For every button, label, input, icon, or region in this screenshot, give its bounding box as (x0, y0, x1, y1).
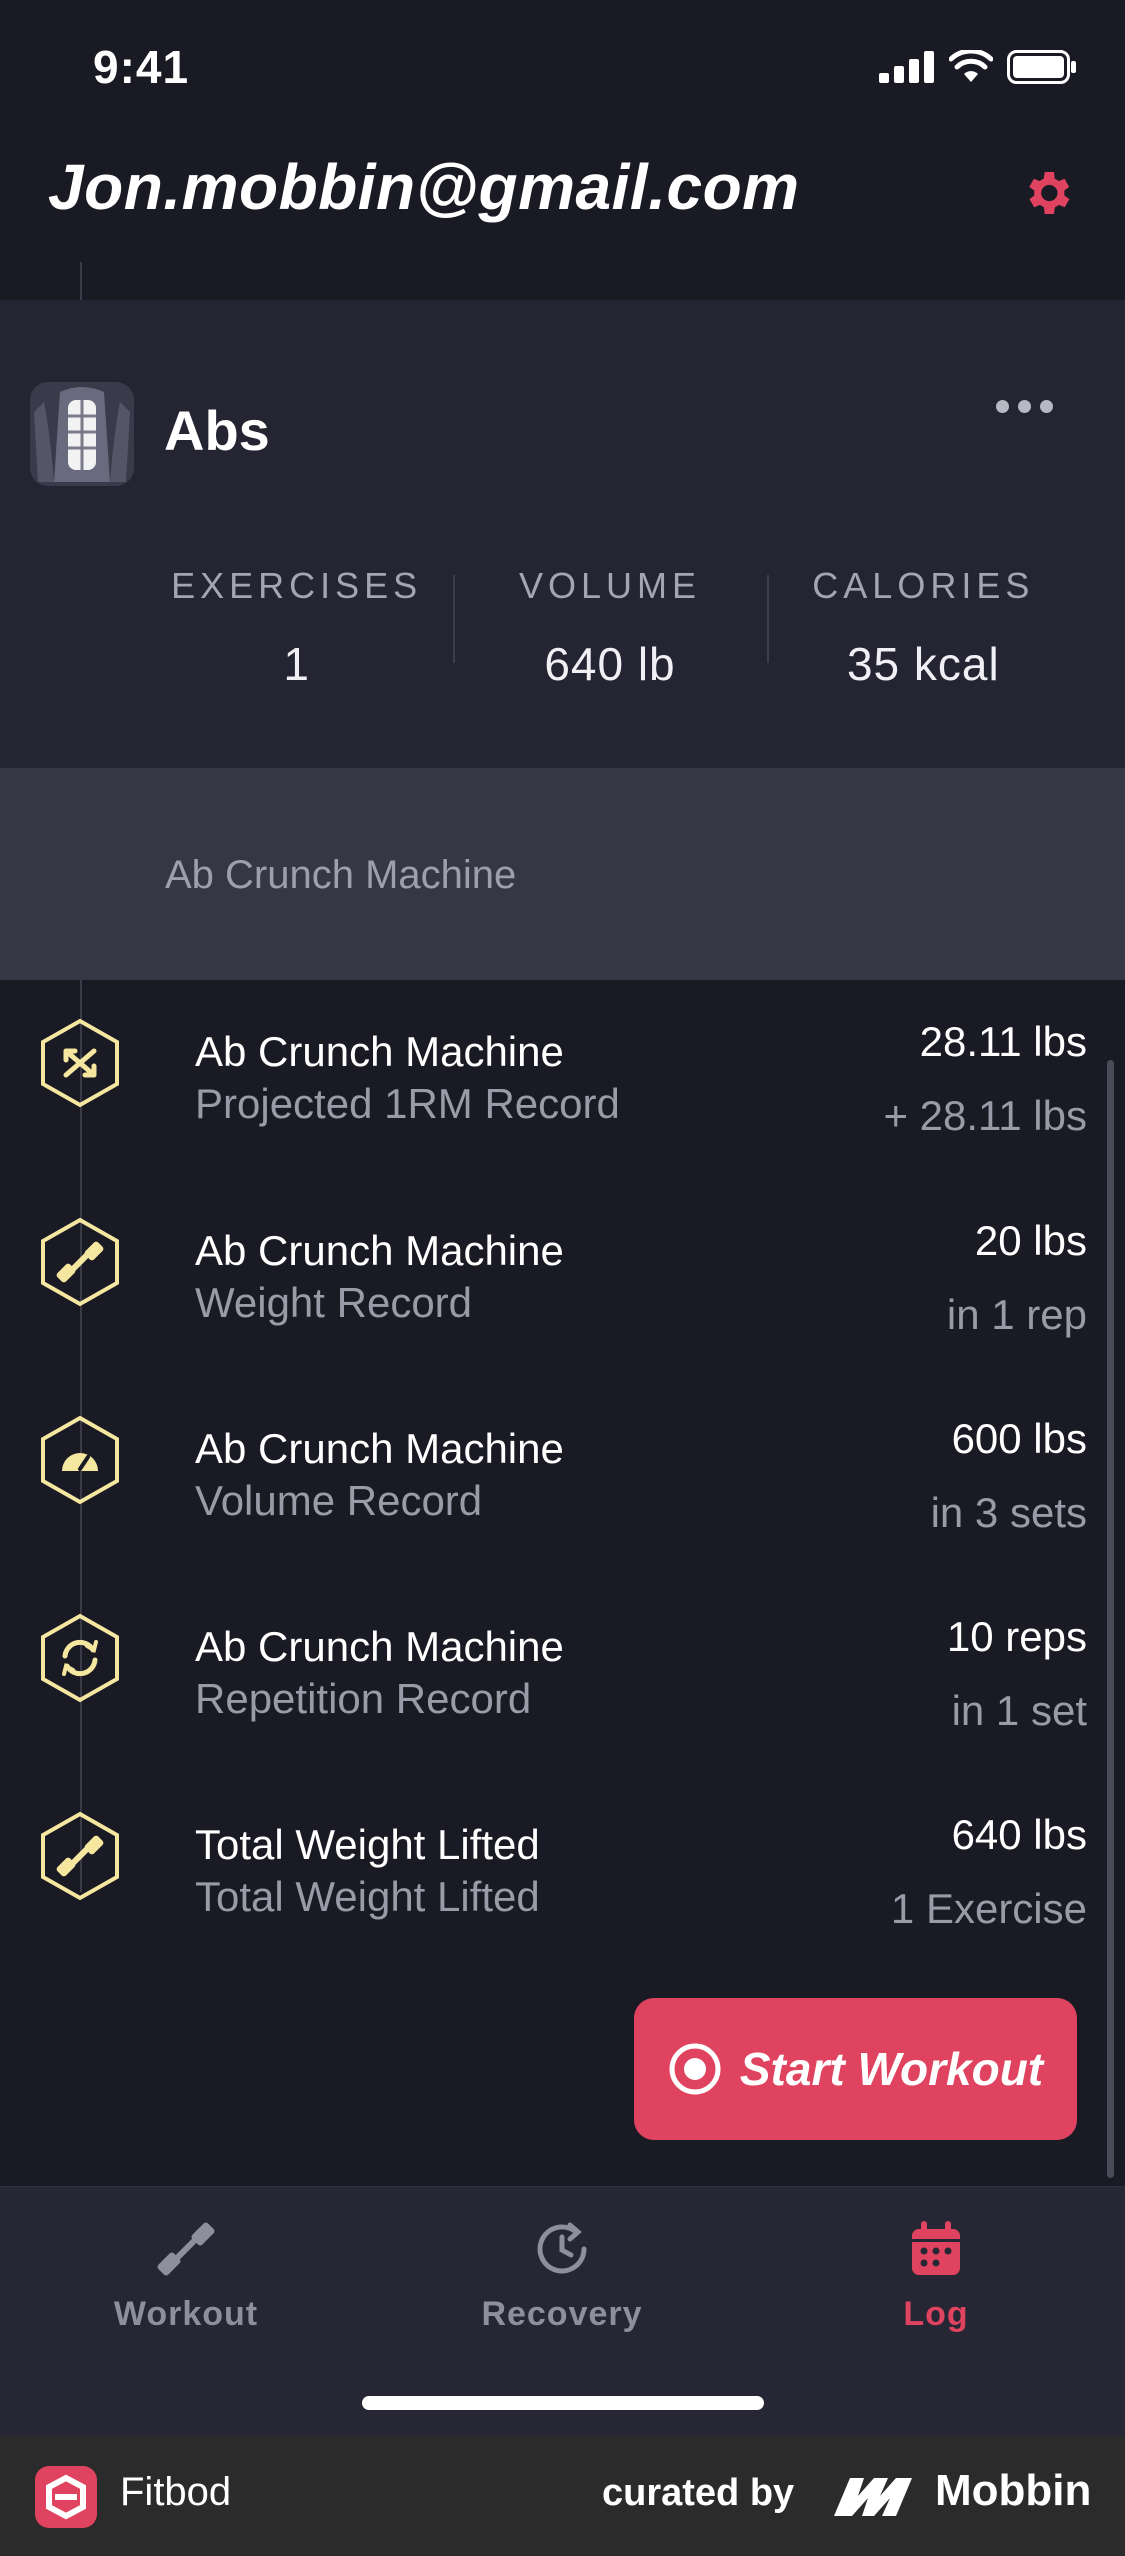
arrows-expand-icon (41, 1018, 119, 1108)
record-circle-icon (669, 2043, 721, 2095)
record-volume[interactable]: Ab Crunch Machine Volume Record 600 lbs … (0, 1377, 1125, 1536)
record-repetition[interactable]: Ab Crunch Machine Repetition Record 10 r… (0, 1575, 1125, 1734)
record-extra: 1 Exercise (890, 1885, 1087, 1932)
dumbbell-icon (41, 1217, 119, 1307)
stat-value: 35 kcal (846, 638, 1000, 690)
status-icons (879, 50, 1077, 84)
app-name: Fitbod (120, 2470, 232, 2514)
start-workout-label: Start Workout (739, 2043, 1044, 2095)
muscle-group-image (30, 382, 134, 486)
account-email: Jon.mobbin@gmail.com (48, 151, 800, 223)
stat-value: 1 (283, 638, 310, 690)
record-projected-1rm[interactable]: Ab Crunch Machine Projected 1RM Record 2… (0, 980, 1125, 1139)
gauge-icon (41, 1415, 119, 1505)
record-extra: in 1 set (951, 1687, 1087, 1734)
stat-volume: VOLUME 640 lb (453, 565, 766, 691)
stats-row: EXERCISES 1 VOLUME 640 lb CALORIES 35 kc… (140, 565, 1080, 691)
gear-icon[interactable] (1019, 165, 1075, 221)
status-time: 9:41 (93, 41, 190, 93)
record-subtitle: Volume Record (195, 1477, 483, 1524)
stat-label: EXERCISES (171, 565, 423, 606)
record-value: 28.11 lbs (919, 1018, 1087, 1065)
record-extra: + 28.11 lbs (883, 1092, 1087, 1139)
home-indicator[interactable] (362, 2396, 764, 2410)
tab-label: Log (903, 2295, 969, 2333)
scrollbar[interactable] (1107, 1060, 1114, 2178)
record-subtitle: Projected 1RM Record (195, 1080, 620, 1127)
curated-by-label: curated by (602, 2472, 795, 2514)
record-name: Ab Crunch Machine (195, 1028, 564, 1075)
stat-calories: CALORIES 35 kcal (766, 565, 1080, 691)
record-value: 600 lbs (951, 1415, 1087, 1462)
record-weight[interactable]: Ab Crunch Machine Weight Record 20 lbs i… (0, 1179, 1125, 1338)
exercise-section-label: Ab Crunch Machine (165, 853, 517, 897)
battery-icon (1007, 50, 1076, 84)
record-subtitle: Total Weight Lifted (195, 1873, 540, 1920)
dumbbell-icon (41, 1811, 119, 1901)
wifi-icon (949, 50, 993, 82)
attribution-footer: Fitbod curated by Mobbin (0, 2436, 1125, 2556)
record-name: Ab Crunch Machine (195, 1227, 564, 1274)
dumbbell-icon (157, 2222, 215, 2276)
repeat-icon (41, 1613, 119, 1703)
record-value: 640 lbs (951, 1811, 1087, 1858)
tab-label: Recovery (481, 2295, 643, 2333)
record-subtitle: Weight Record (195, 1279, 473, 1326)
calendar-icon (912, 2221, 960, 2275)
stat-label: CALORIES (812, 565, 1035, 606)
more-options-icon[interactable] (996, 400, 1053, 413)
tab-log[interactable]: Log (806, 2217, 1066, 2334)
exercise-section-header[interactable]: Ab Crunch Machine (0, 768, 1125, 980)
workout-summary: Abs EXERCISES 1 VOLUME 640 lb CALORIES 3… (0, 300, 1125, 768)
tab-recovery[interactable]: Recovery (432, 2217, 692, 2334)
record-value: 10 reps (946, 1613, 1087, 1660)
muscle-group-title: Abs (164, 399, 270, 462)
stat-label: VOLUME (518, 565, 702, 606)
record-name: Ab Crunch Machine (195, 1425, 564, 1472)
signal-icon (879, 51, 934, 83)
start-workout-button[interactable]: Start Workout (634, 1998, 1077, 2140)
record-subtitle: Repetition Record (195, 1675, 532, 1722)
record-value: 20 lbs (974, 1217, 1087, 1264)
tab-workout[interactable]: Workout (56, 2217, 316, 2334)
record-extra: in 3 sets (930, 1489, 1087, 1536)
tab-label: Workout (113, 2295, 259, 2333)
mobbin-brand: Mobbin (935, 2466, 1092, 2515)
status-bar: 9:41 (0, 0, 1125, 140)
fitbod-logo-icon (35, 2466, 97, 2528)
mobbin-logo-icon (834, 2478, 912, 2516)
record-name: Total Weight Lifted (195, 1821, 540, 1868)
header: Jon.mobbin@gmail.com (0, 140, 1125, 300)
record-extra: in 1 rep (946, 1291, 1087, 1338)
stat-exercises: EXERCISES 1 (140, 565, 453, 691)
record-name: Ab Crunch Machine (195, 1623, 564, 1670)
record-total-weight[interactable]: Total Weight Lifted Total Weight Lifted … (0, 1773, 1125, 1932)
stat-value: 640 lb (544, 638, 676, 690)
clock-refresh-icon (537, 2222, 587, 2274)
